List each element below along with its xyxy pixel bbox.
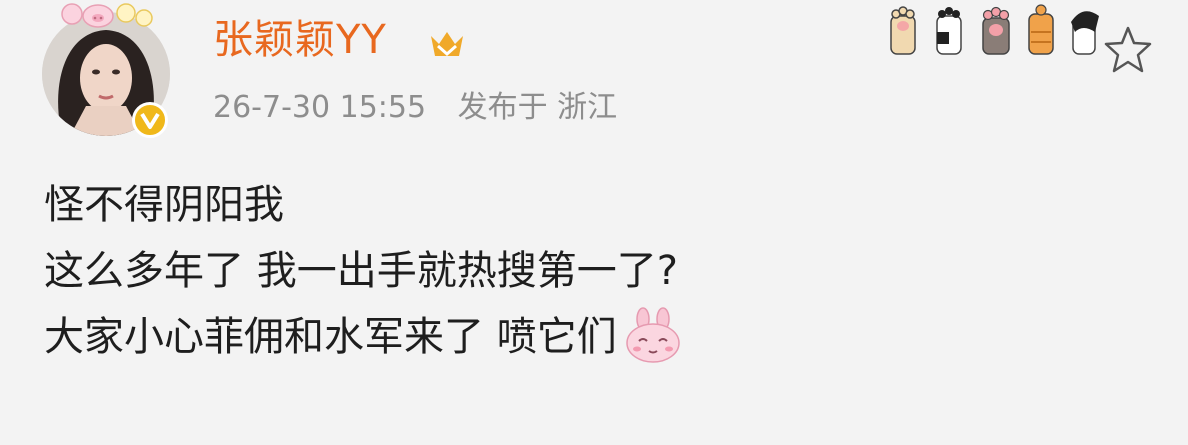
pink-bunny-emoji [625, 307, 680, 363]
cat-paws-decoration-icon [890, 4, 1099, 55]
vip-crown-icon[interactable] [427, 24, 467, 64]
pig-ears-frame-icon [61, 3, 153, 28]
star-icon[interactable] [1102, 24, 1154, 76]
weibo-post: 张颖颖YY 26-7-30 15:55 发布于 浙江 怪不得阴阳我 这么多年了 … [0, 0, 1188, 445]
post-line-3: 大家小心菲佣和水军来了 喷它们 [44, 304, 683, 370]
post-line-3-text: 大家小心菲佣和水军来了 喷它们 [44, 314, 617, 360]
verified-badge [132, 102, 168, 138]
post-content: 怪不得阴阳我 这么多年了 我一出手就热搜第一了? 大家小心菲佣和水军来了 喷它们 [44, 172, 683, 370]
verified-v-icon [140, 112, 160, 129]
post-location: 发布于 浙江 [457, 90, 618, 125]
post-line-1: 怪不得阴阳我 [44, 182, 284, 228]
username[interactable]: 张颖颖YY [213, 10, 387, 70]
post-time: 26-7-30 15:55 [213, 90, 427, 125]
post-meta: 26-7-30 15:55 发布于 浙江 [213, 80, 617, 136]
post-line-2: 这么多年了 我一出手就热搜第一了? [44, 248, 678, 294]
